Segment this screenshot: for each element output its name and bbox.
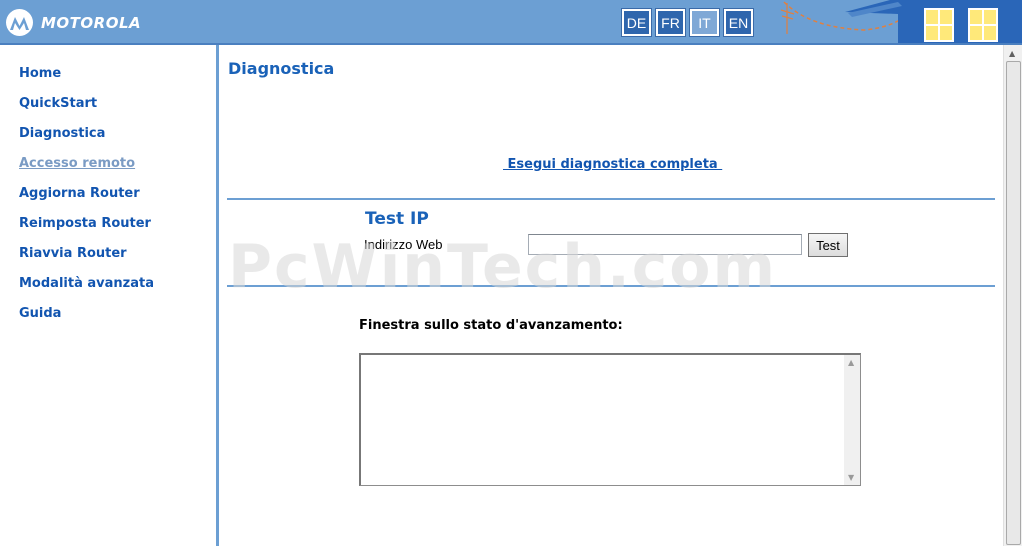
scroll-up-arrow-icon[interactable]: ▲: [1009, 49, 1015, 58]
lang-button-en[interactable]: EN: [723, 8, 754, 37]
scroll-down-arrow-icon[interactable]: ▼: [848, 473, 854, 482]
sidebar-item-modalita-avanzata[interactable]: Modalità avanzata: [19, 276, 154, 291]
sidebar-item-reimposta-router[interactable]: Reimposta Router: [19, 216, 151, 231]
sidebar-item-riavvia-router[interactable]: Riavvia Router: [19, 246, 127, 261]
sidebar-item-home[interactable]: Home: [19, 66, 61, 81]
main-content: Diagnostica Esegui diagnostica completa …: [219, 45, 1003, 546]
test-ip-heading: Test IP: [365, 209, 429, 229]
sidebar-item-diagnostica[interactable]: Diagnostica: [19, 126, 105, 141]
progress-textarea[interactable]: ▲ ▼: [359, 353, 861, 486]
scroll-up-arrow-icon[interactable]: ▲: [848, 358, 854, 367]
lang-button-it[interactable]: IT: [689, 8, 720, 37]
language-selector: DE FR IT EN: [621, 8, 754, 37]
header-bar: MOTOROLA DE FR IT EN: [0, 0, 1022, 45]
motorola-logo: MOTOROLA: [6, 9, 141, 36]
textarea-scrollbar[interactable]: ▲ ▼: [844, 355, 860, 485]
page-scrollbar[interactable]: ▲: [1003, 45, 1022, 546]
sidebar-item-accesso-remoto[interactable]: Accesso remoto: [19, 156, 135, 171]
sidebar-item-guida[interactable]: Guida: [19, 306, 61, 321]
web-address-label: Indirizzo Web: [364, 237, 443, 252]
web-address-input[interactable]: [528, 234, 802, 255]
lang-button-de[interactable]: DE: [621, 8, 652, 37]
lang-button-fr[interactable]: FR: [655, 8, 686, 37]
test-button[interactable]: Test: [808, 233, 848, 257]
full-diagnostics-link[interactable]: Esegui diagnostica completa: [503, 157, 722, 172]
section-divider: [227, 285, 995, 287]
router-admin-page: MOTOROLA DE FR IT EN Home QuickStart Dia…: [0, 0, 1022, 546]
scrollbar-thumb[interactable]: [1006, 61, 1021, 545]
sidebar-item-quickstart[interactable]: QuickStart: [19, 96, 97, 111]
page-title: Diagnostica: [228, 59, 335, 78]
motorola-batwing-icon: [6, 9, 33, 36]
sidebar-nav: Home QuickStart Diagnostica Accesso remo…: [0, 45, 217, 546]
sidebar-item-aggiorna-router[interactable]: Aggiorna Router: [19, 186, 140, 201]
house-decoration-icon: [780, 0, 1022, 43]
section-divider: [227, 198, 995, 200]
brand-name: MOTOROLA: [41, 13, 142, 32]
progress-window-label: Finestra sullo stato d'avanzamento:: [359, 318, 623, 333]
